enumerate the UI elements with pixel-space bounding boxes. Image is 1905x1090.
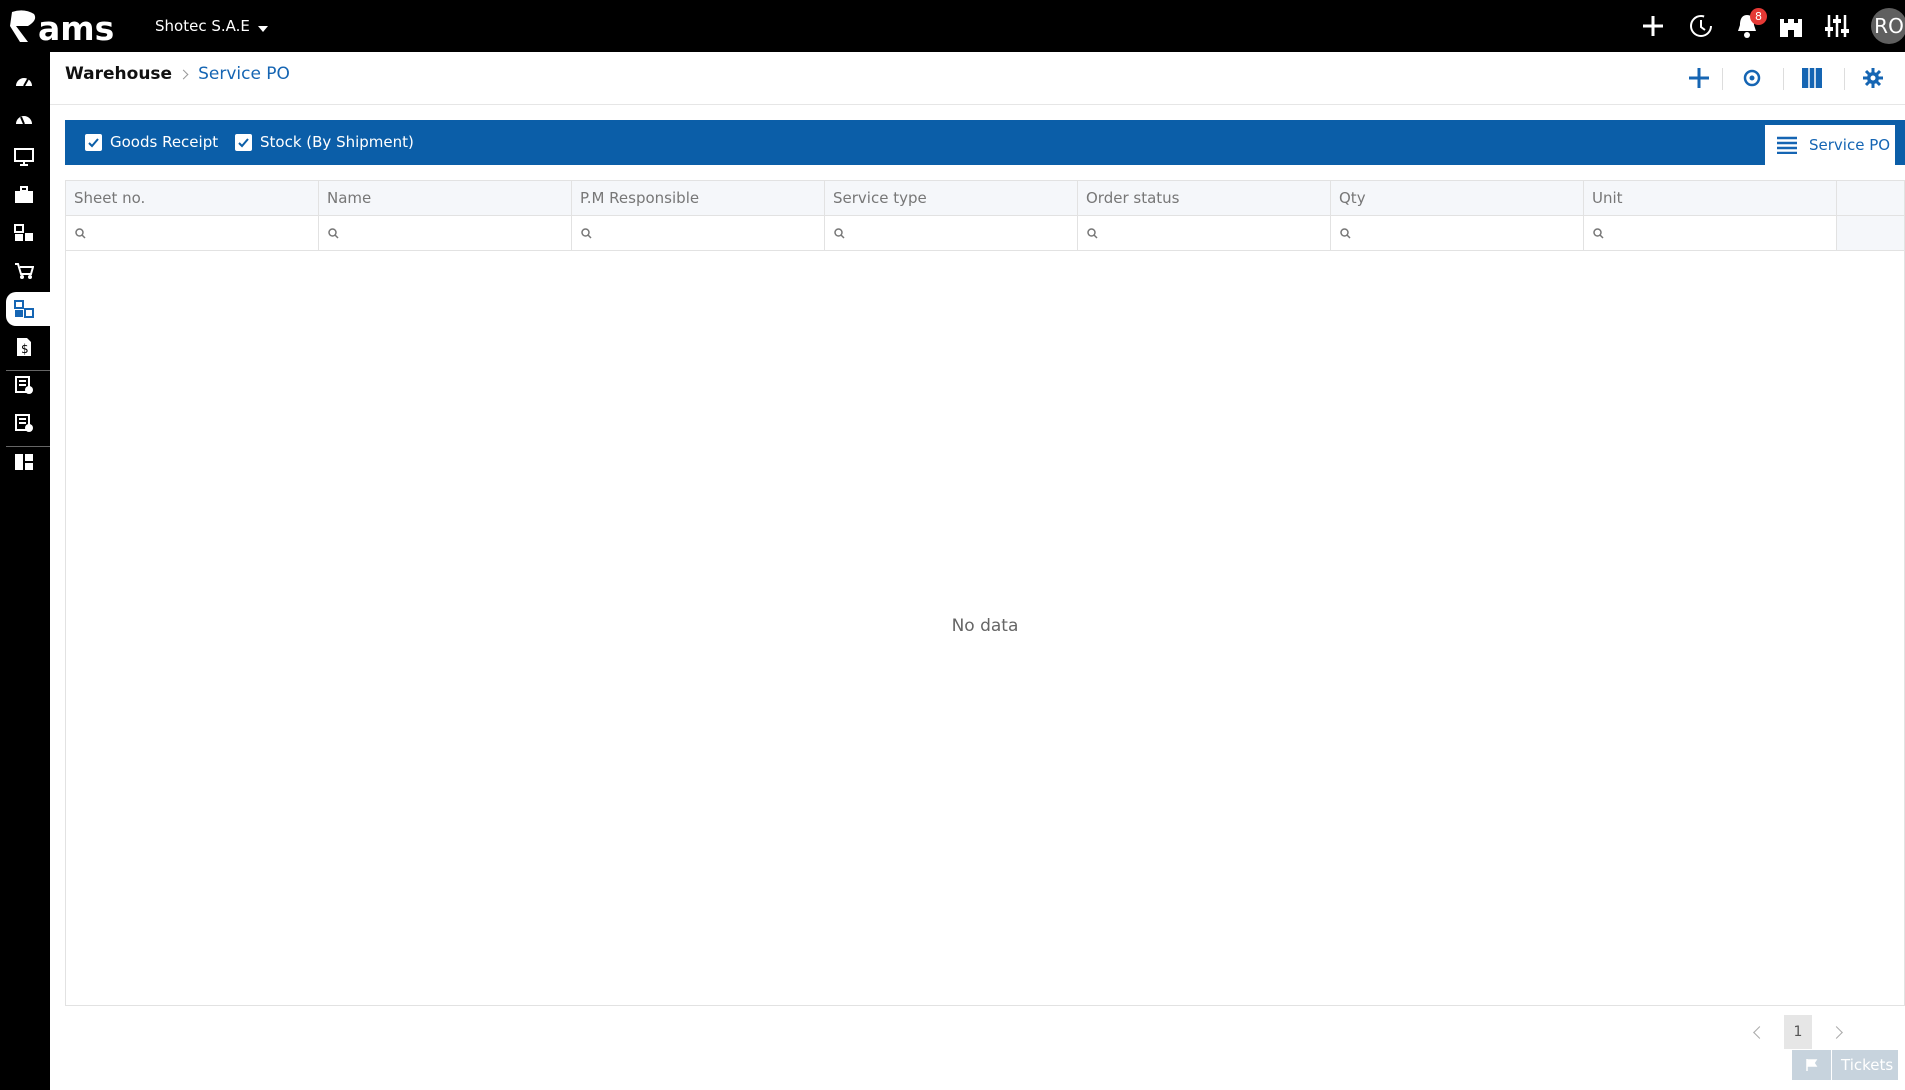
- sidebar-item-approvals[interactable]: [6, 368, 50, 402]
- column-header-sheet-no[interactable]: Sheet no.: [66, 181, 319, 215]
- speedometer-icon: [16, 116, 32, 125]
- sidebar-item-modules[interactable]: [6, 216, 50, 250]
- history-icon[interactable]: [1687, 12, 1715, 40]
- page-header: Warehouse Service PO: [50, 52, 1905, 105]
- svg-text:ams: ams: [38, 9, 114, 46]
- column-header-unit[interactable]: Unit: [1584, 181, 1837, 215]
- checkbox-checked-icon: [85, 133, 102, 151]
- chevron-right-icon: [178, 69, 189, 79]
- top-bar: ams Shotec S.A.E 8 RO: [0, 0, 1905, 52]
- filter-name[interactable]: [319, 216, 572, 250]
- search-icon: [1340, 227, 1351, 239]
- money-document-icon: $: [17, 338, 31, 356]
- castle-icon[interactable]: [1777, 12, 1805, 40]
- checklist-icon: [15, 376, 33, 394]
- stock-by-shipment-label: Stock (By Shipment): [260, 133, 414, 151]
- avatar[interactable]: RO: [1871, 8, 1905, 44]
- report-settings-icon: [15, 414, 33, 432]
- toolbar-divider: [1844, 68, 1845, 90]
- filter-pm-responsible[interactable]: [572, 216, 825, 250]
- breadcrumb: Warehouse Service PO: [65, 64, 290, 84]
- grid-header-row: Sheet no. Name P.M Responsible Service t…: [66, 181, 1904, 216]
- tickets-label: Tickets: [1841, 1056, 1894, 1074]
- sidebar-item-dashboard[interactable]: [6, 64, 50, 98]
- chevron-right-icon[interactable]: [1830, 1025, 1843, 1039]
- sliders-icon[interactable]: [1823, 12, 1851, 40]
- svg-text:$: $: [21, 342, 29, 356]
- columns-icon[interactable]: [1798, 64, 1826, 92]
- modules-icon: [14, 224, 33, 241]
- bell-icon[interactable]: 8: [1733, 8, 1767, 40]
- empty-state-text: No data: [951, 616, 1019, 636]
- refresh-icon[interactable]: [1738, 64, 1766, 92]
- column-header-service-type[interactable]: Service type: [825, 181, 1078, 215]
- tab-service-po-label: Service PO: [1809, 136, 1891, 154]
- breadcrumb-parent[interactable]: Warehouse: [65, 64, 172, 84]
- search-icon: [328, 227, 339, 239]
- logo-mark-icon: ams: [10, 9, 114, 46]
- grid-filter-row: [66, 216, 1904, 251]
- chevron-down-icon: [257, 25, 268, 32]
- column-header-name[interactable]: Name: [319, 181, 572, 215]
- sidebar-item-dashboard-2[interactable]: [6, 102, 50, 136]
- goods-receipt-checkbox[interactable]: Goods Receipt: [85, 133, 218, 151]
- toolbar-divider: [1722, 68, 1723, 90]
- pagination: 1: [1745, 1015, 1851, 1049]
- add-record-icon[interactable]: [1685, 64, 1713, 92]
- app-logo[interactable]: ams: [8, 4, 132, 48]
- sidebar-item-reports-settings[interactable]: [6, 406, 50, 440]
- gear-icon[interactable]: [1859, 64, 1887, 92]
- warehouse-icon: [14, 300, 34, 318]
- flag-icon: [1792, 1050, 1832, 1080]
- sidebar-item-monitor[interactable]: [6, 140, 50, 174]
- widgets-icon: [15, 454, 33, 470]
- speedometer-icon: [16, 78, 32, 87]
- sidebar-item-widgets[interactable]: [6, 445, 50, 479]
- company-name: Shotec S.A.E: [155, 17, 250, 35]
- page-button[interactable]: 1: [1784, 1015, 1812, 1049]
- breadcrumb-current: Service PO: [198, 64, 290, 84]
- search-icon: [834, 227, 845, 239]
- filter-sheet-no[interactable]: [66, 216, 319, 250]
- stock-by-shipment-checkbox[interactable]: Stock (By Shipment): [235, 133, 414, 151]
- sidebar: $: [0, 52, 50, 1090]
- search-icon: [75, 227, 86, 239]
- toolbar-divider: [1783, 68, 1784, 90]
- checkbox-checked-icon: [235, 133, 252, 151]
- tab-service-po[interactable]: Service PO: [1765, 125, 1895, 165]
- briefcase-icon: [15, 186, 33, 203]
- filter-unit[interactable]: [1584, 216, 1837, 250]
- monitor-icon: [14, 148, 34, 166]
- search-icon: [1593, 227, 1604, 239]
- add-icon[interactable]: [1639, 12, 1667, 40]
- tickets-button[interactable]: Tickets: [1792, 1050, 1898, 1080]
- sidebar-item-warehouse[interactable]: [6, 292, 50, 326]
- search-icon: [581, 227, 592, 239]
- filter-actions: [1837, 216, 1904, 250]
- company-selector[interactable]: Shotec S.A.E: [155, 17, 268, 35]
- sidebar-item-finance[interactable]: $: [6, 330, 50, 364]
- search-icon: [1087, 227, 1098, 239]
- goods-receipt-label: Goods Receipt: [110, 133, 219, 151]
- column-header-order-status[interactable]: Order status: [1078, 181, 1331, 215]
- notification-badge: 8: [1750, 8, 1767, 25]
- filter-order-status[interactable]: [1078, 216, 1331, 250]
- list-icon: [1777, 136, 1797, 154]
- cart-icon: [15, 263, 34, 279]
- filter-service-type[interactable]: [825, 216, 1078, 250]
- sidebar-item-purchasing[interactable]: [6, 254, 50, 288]
- column-header-actions: [1837, 181, 1904, 215]
- sidebar-item-projects[interactable]: [6, 178, 50, 212]
- data-grid: Sheet no. Name P.M Responsible Service t…: [65, 180, 1905, 1006]
- filter-qty[interactable]: [1331, 216, 1584, 250]
- chevron-left-icon[interactable]: [1753, 1025, 1766, 1039]
- column-header-qty[interactable]: Qty: [1331, 181, 1584, 215]
- tab-bar: Goods Receipt Stock (By Shipment) Servic…: [65, 120, 1905, 165]
- column-header-pm-responsible[interactable]: P.M Responsible: [572, 181, 825, 215]
